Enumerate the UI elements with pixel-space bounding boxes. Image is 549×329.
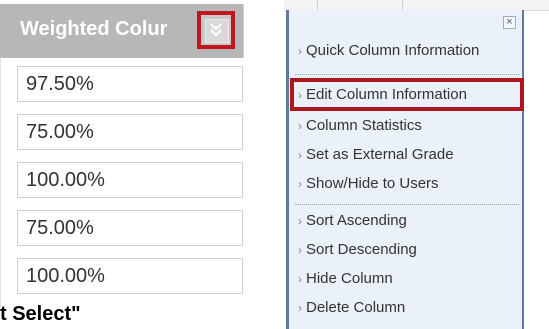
menu-item-show-hide-to-users[interactable]: › Show/Hide to Users <box>298 171 518 197</box>
chevron-right-icon: › <box>298 301 302 315</box>
highlight-box <box>290 78 524 111</box>
menu-item-label: Quick Column Information <box>306 42 480 59</box>
menu-item-label: Delete Column <box>306 299 406 316</box>
chevron-right-icon: › <box>298 272 302 286</box>
chevron-right-icon: › <box>298 243 302 257</box>
menu-item-label: Set as External Grade <box>306 146 454 163</box>
grade-cell[interactable]: 100.00% <box>17 258 243 294</box>
menu-item-set-as-external-grade[interactable]: › Set as External Grade <box>298 142 518 168</box>
grade-cell[interactable]: 100.00% <box>17 162 243 198</box>
menu-separator <box>295 74 519 75</box>
chevron-right-icon: › <box>298 214 302 228</box>
grid-line <box>317 0 318 10</box>
column-header-title: Weighted Colur <box>20 18 168 40</box>
chevron-right-icon: › <box>298 119 302 133</box>
menu-item-label: Show/Hide to Users <box>306 175 439 192</box>
menu-item-sort-descending[interactable]: › Sort Descending <box>298 237 518 263</box>
menu-separator <box>295 204 519 205</box>
menu-item-label: Sort Descending <box>306 241 417 258</box>
grade-cell[interactable]: 75.00% <box>17 210 243 246</box>
grade-cell[interactable]: 75.00% <box>17 114 243 150</box>
menu-item-sort-ascending[interactable]: › Sort Ascending <box>298 208 518 234</box>
chevron-right-icon: › <box>298 177 302 191</box>
column-divider <box>0 58 1 308</box>
column-menu-button[interactable] <box>197 11 235 49</box>
column-header: Weighted Colur <box>0 4 244 58</box>
menu-item-label: Column Statistics <box>306 117 422 134</box>
menu-item-column-statistics[interactable]: › Column Statistics <box>298 113 518 139</box>
close-icon[interactable]: × <box>503 16 516 29</box>
menu-item-label: Hide Column <box>306 270 393 287</box>
menu-item-delete-column[interactable]: › Delete Column <box>298 295 518 321</box>
chevron-right-icon: › <box>298 44 302 58</box>
menu-item-quick-column-information[interactable]: › Quick Column Information <box>298 38 518 64</box>
menu-item-hide-column[interactable]: › Hide Column <box>298 266 518 292</box>
menu-item-label: Sort Ascending <box>306 212 407 229</box>
grid-line <box>402 0 403 10</box>
grade-cell[interactable]: 97.50% <box>17 66 243 102</box>
double-chevron-down-icon <box>210 23 222 37</box>
column-context-menu: × › Quick Column Information › Edit Column… <box>286 10 524 329</box>
chevron-right-icon: › <box>298 148 302 162</box>
cut-off-caption: t Select" <box>0 303 81 325</box>
